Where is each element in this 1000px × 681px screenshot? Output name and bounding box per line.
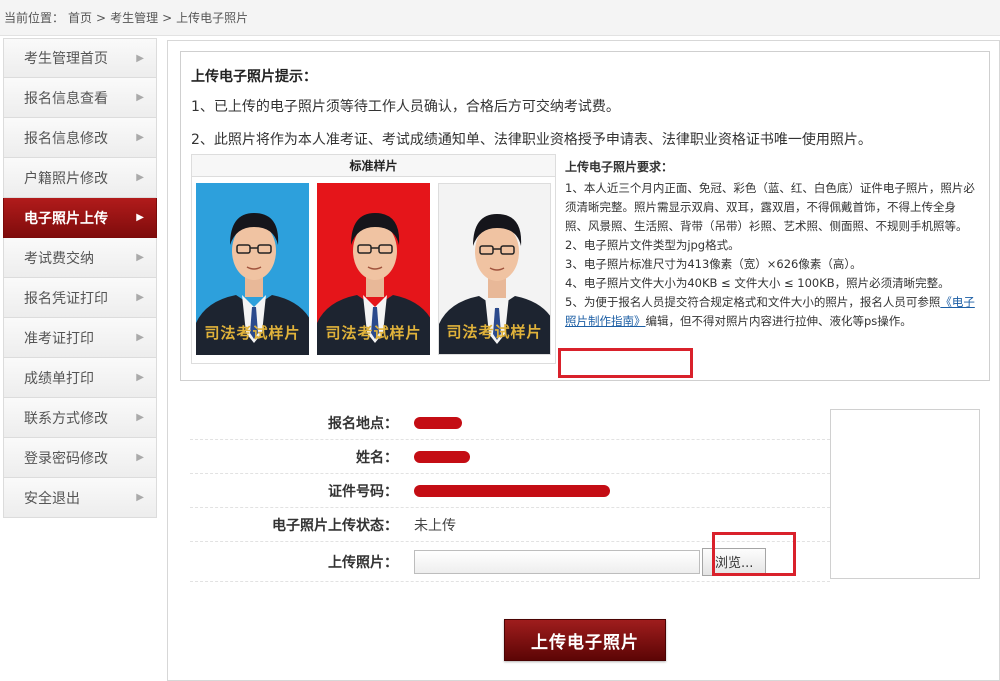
redacted-mark [414,450,470,463]
location-value [414,406,830,439]
requirement-4: 4、电子照片文件大小为40KB ≤ 文件大小 ≤ 100KB，照片必须清晰完整。 [565,276,950,290]
photo-preview-box [830,409,980,579]
breadcrumb-separator: > [96,10,107,25]
breadcrumb: 当前位置： 首页 > 考生管理 > 上传电子照片 [0,0,1000,36]
sidebar-item-view-registration[interactable]: 报名信息查看 ▶ [3,78,157,118]
requirement-3: 3、电子照片标准尺寸为413像素（宽）×626像素（高）。 [565,257,862,271]
sidebar-item-change-password[interactable]: 登录密码修改 ▶ [3,438,157,478]
sidebar-menu: 考生管理首页 ▶ 报名信息查看 ▶ 报名信息修改 ▶ 户籍照片修改 ▶ 电子照片上传 ▶ … [3,38,157,518]
sidebar-item-print-admission[interactable]: 准考证打印 ▶ [3,318,157,358]
chevron-right-icon: ▶ [136,132,144,143]
location-label: 报名地点： [328,415,398,432]
sample-photos-header: 标准样片 [192,155,555,177]
name-value [414,440,830,473]
upload-photo-field: 浏览... [414,542,830,581]
sidebar-item-edit-registration[interactable]: 报名信息修改 ▶ [3,118,157,158]
redacted-mark [414,484,610,497]
photo-requirements: 上传电子照片要求： 1、本人近三个月内正面、免冠、彩色（蓝、红、白色底）证件电子… [563,154,981,364]
sidebar-item-print-receipt[interactable]: 报名凭证打印 ▶ [3,278,157,318]
form-row-location: 报名地点： [190,406,830,440]
sidebar-item-label: 成绩单打印 [24,370,94,387]
upload-status-label: 电子照片上传状态： [272,517,398,534]
chevron-right-icon: ▶ [136,52,144,64]
chevron-right-icon: ▶ [136,92,144,103]
chevron-right-icon: ▶ [136,372,144,383]
main-panel: 上传电子照片提示： 1、已上传的电子照片须等待工作人员确认，合格后方可交纳考试费… [167,40,1000,681]
requirement-5-text: 5、为便于报名人员提交符合规定格式和文件大小的照片，报名人员可参照 [565,295,941,309]
tips-line-1: 1、已上传的电子照片须等待工作人员确认，合格后方可交纳考试费。 [191,99,620,115]
id-number-label: 证件号码： [328,483,398,500]
sidebar-item-label: 登录密码修改 [24,450,108,467]
chevron-right-icon: ▶ [136,492,144,503]
sample-watermark: 司法考试样片 [446,323,543,341]
sidebar-item-exam-home[interactable]: 考生管理首页 ▶ [3,38,157,78]
requirement-5-tail: 编辑，但不得对照片内容进行拉伸、液化等ps操作。 [645,314,912,328]
sample-photos-box: 标准样片 司法考试样片 司法考试样片 司法考试样片 [191,154,556,364]
requirements-title: 上传电子照片要求： [565,160,674,174]
upload-tips-panel: 上传电子照片提示： 1、已上传的电子照片须等待工作人员确认，合格后方可交纳考试费… [180,51,990,381]
breadcrumb-home-link[interactable]: 首页 [68,9,92,26]
sidebar-item-label: 报名信息修改 [24,130,108,147]
tips-title: 上传电子照片提示： [191,69,317,85]
sample-watermark: 司法考试样片 [325,324,422,342]
sidebar-item-print-scores[interactable]: 成绩单打印 ▶ [3,358,157,398]
file-path-input[interactable] [414,549,700,574]
breadcrumb-current: 上传电子照片 [176,11,249,25]
upload-status-value: 未上传 [414,517,456,534]
sample-photo-white: 司法考试样片 [437,183,551,355]
sidebar-item-label: 联系方式修改 [24,410,108,427]
sidebar-item-edit-contact[interactable]: 联系方式修改 ▶ [3,398,157,438]
requirement-1: 1、本人近三个月内正面、免冠、彩色（蓝、红、白色底）证件电子照片，照片必须清晰完… [565,181,975,233]
chevron-right-icon: ▶ [136,452,144,463]
name-label: 姓名： [356,449,398,466]
sidebar-item-label: 安全退出 [24,490,80,507]
tips-line-2: 2、此照片将作为本人准考证、考试成绩通知单、法律职业资格授予申请表、法律职业资格… [191,132,872,148]
sidebar-item-label: 考生管理首页 [24,51,108,67]
chevron-right-icon: ▶ [136,292,144,303]
redacted-mark [414,416,462,429]
chevron-right-icon: ▶ [136,172,144,183]
chevron-right-icon: ▶ [136,412,144,423]
chevron-right-icon: ▶ [136,332,144,343]
browse-button[interactable]: 浏览... [702,547,767,576]
requirement-2: 2、电子照片文件类型为jpg格式。 [565,238,740,252]
sample-photo-red: 司法考试样片 [316,183,430,355]
breadcrumb-prefix: 当前位置： [4,11,65,25]
chevron-right-icon: ▶ [136,252,144,263]
sidebar-item-label: 准考证打印 [24,330,94,347]
form-row-name: 姓名： [190,440,830,474]
sidebar-item-upload-photo[interactable]: 电子照片上传 ▶ [3,198,157,238]
form-row-id: 证件号码： [190,474,830,508]
breadcrumb-section-link[interactable]: 考生管理 [110,9,158,26]
sample-photo-blue: 司法考试样片 [196,183,309,355]
sidebar-item-label: 电子照片上传 [24,210,108,227]
sidebar-item-logout[interactable]: 安全退出 ▶ [3,478,157,518]
sidebar-item-label: 户籍照片修改 [24,170,108,187]
chevron-right-icon: ▶ [136,212,144,223]
requirement-5: 5、为便于报名人员提交符合规定格式和文件大小的照片，报名人员可参照《电子照片制作… [565,293,977,331]
upload-photo-label: 上传照片： [328,554,398,571]
sample-watermark: 司法考试样片 [204,324,301,342]
sidebar-item-pay-fee[interactable]: 考试费交纳 ▶ [3,238,157,278]
upload-photo-submit-button[interactable]: 上传电子照片 [504,619,666,661]
sidebar-item-label: 报名信息查看 [24,90,108,107]
sidebar-item-label: 报名凭证打印 [24,290,108,307]
sidebar-item-household-photo[interactable]: 户籍照片修改 ▶ [3,158,157,198]
form-row-status: 电子照片上传状态： 未上传 [190,508,830,542]
upload-form: 报名地点： 姓名： 证件号码： 电子照片上传状态： 未上传 上传照片： 浏览..… [190,406,830,582]
id-number-value [414,474,830,507]
breadcrumb-separator: > [162,10,173,25]
sidebar-item-label: 考试费交纳 [24,250,94,267]
form-row-upload: 上传照片： 浏览... [190,542,830,582]
